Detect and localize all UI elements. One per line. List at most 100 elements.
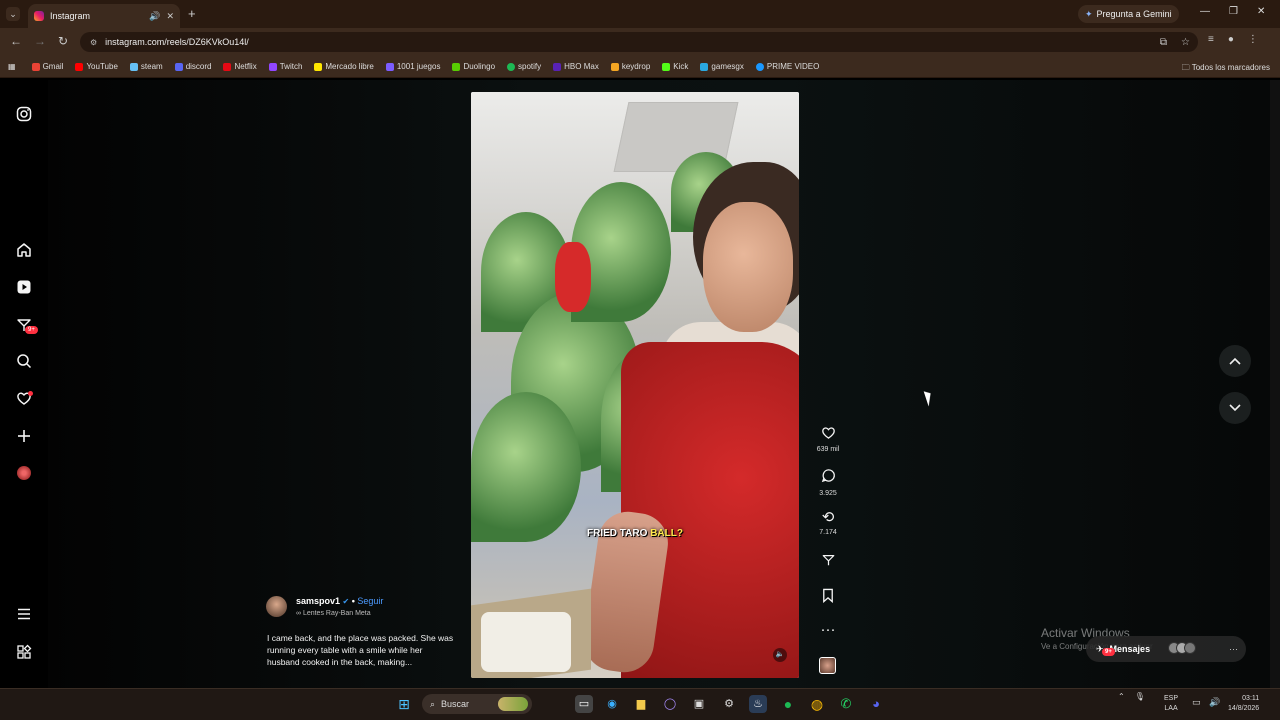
tab-audio-icon[interactable]: 🔊 [149, 11, 160, 22]
messages-floating-button[interactable]: ✈ 9+ Mensajes ··· [1086, 636, 1246, 662]
bookmark-kick[interactable]: Kick [662, 62, 688, 71]
author-avatar[interactable] [266, 596, 287, 617]
repost-icon: ⟲ [821, 509, 835, 526]
author-subtitle[interactable]: Lentes Ray-Ban Meta [303, 610, 371, 617]
messages-more-icon[interactable]: ··· [1229, 644, 1238, 654]
tab-search-dropdown[interactable]: ⌄ [6, 7, 20, 21]
bookmark-youtube[interactable]: YouTube [75, 62, 118, 71]
bookmark-discord[interactable]: discord [174, 62, 211, 71]
gemini-sparkle-icon: ✦ [1085, 8, 1093, 19]
bookmark-spotify[interactable]: spotify [507, 62, 541, 71]
taskbar-search[interactable]: ⌕ Buscar [422, 694, 532, 714]
edge-browser-icon[interactable]: ◉ [603, 695, 621, 713]
instagram-logo-icon[interactable] [14, 106, 34, 126]
duolingo-icon [452, 62, 461, 71]
all-bookmarks-folder[interactable]: 🗀 Todos los marcadores [1182, 62, 1270, 76]
reel-description[interactable]: I came back, and the place was packed. S… [267, 632, 457, 668]
reel-video[interactable]: FRIED TARO BALL? 🔈 [471, 92, 799, 678]
media-controls-icon[interactable]: ≡ [1208, 34, 1214, 45]
video-caption: FRIED TARO BALL? [587, 528, 683, 539]
search-icon[interactable] [14, 353, 34, 373]
also-from-meta-icon[interactable] [14, 644, 34, 664]
bookmarks-bar: ▦ Gmail YouTube steam discord Netflix Tw… [0, 56, 1280, 78]
language-indicator[interactable]: ESP LAA [1164, 694, 1178, 714]
more-options-button[interactable]: ··· [812, 622, 844, 638]
file-explorer-icon[interactable]: ▆ [632, 695, 650, 713]
mute-toggle-icon[interactable]: 🔈 [773, 648, 787, 662]
like-button[interactable]: 639 mil [812, 425, 844, 453]
bookmark-hbo-max[interactable]: HBO Max [553, 62, 599, 71]
network-icon[interactable]: ▭ [1192, 697, 1201, 708]
save-button[interactable] [812, 588, 844, 607]
author-username[interactable]: samspov1 [296, 596, 340, 606]
system-clock[interactable]: 03:11 14/8/2026 [1228, 694, 1259, 714]
back-button[interactable]: ← [10, 34, 22, 48]
tab-close-icon[interactable]: ✕ [166, 11, 174, 22]
video-plant [471, 392, 581, 542]
messages-badge: 9+ [25, 326, 38, 334]
profile-avatar-icon[interactable] [14, 466, 34, 486]
comment-button[interactable]: 3.925 [812, 468, 844, 497]
microphone-icon[interactable]: 🎙 [1135, 692, 1145, 701]
site-info-icon[interactable]: ⚙ [90, 38, 97, 47]
cortana-icon[interactable]: ◯ [661, 695, 679, 713]
create-plus-icon[interactable] [14, 428, 34, 448]
next-reel-button[interactable] [1219, 392, 1251, 424]
reels-icon[interactable] [14, 279, 34, 299]
browser-menu-icon[interactable]: ⋮ [1248, 34, 1258, 45]
apps-grid-icon[interactable]: ▦ [8, 62, 16, 71]
bookmark-gamesgx[interactable]: gamesgx [700, 62, 744, 71]
like-count: 639 mil [816, 446, 840, 453]
whatsapp-app-icon[interactable]: ✆ [837, 695, 855, 713]
browser-tab-instagram[interactable]: Instagram 🔊 ✕ [28, 4, 180, 28]
bookmark-prime-video[interactable]: PRIME VIDEO [755, 62, 819, 71]
close-window-button[interactable]: ✕ [1257, 6, 1265, 17]
spotify-app-icon[interactable]: ● [779, 695, 797, 713]
more-menu-icon[interactable] [14, 606, 34, 626]
windows-start-icon[interactable]: ⊞ [395, 695, 413, 713]
install-app-icon[interactable]: ⧉ [1160, 37, 1167, 48]
audio-track-thumbnail[interactable] [819, 657, 836, 674]
new-tab-button[interactable]: + [188, 6, 196, 21]
reload-button[interactable]: ↻ [58, 34, 68, 48]
bookmark-netflix[interactable]: Netflix [223, 62, 257, 71]
notifications-heart-icon[interactable] [14, 390, 34, 410]
forward-button[interactable]: → [34, 34, 46, 48]
profile-avatar-icon[interactable]: ● [1228, 34, 1234, 45]
video-bowl [481, 612, 571, 672]
discord-app-icon[interactable]: ◕ [867, 695, 885, 713]
volume-icon[interactable]: 🔊 [1209, 697, 1220, 708]
repost-button[interactable]: ⟲ 7.174 [812, 509, 844, 537]
bookmark-star-icon[interactable]: ☆ [1181, 37, 1190, 48]
bookmark-steam[interactable]: steam [129, 62, 163, 71]
settings-icon[interactable]: ⚙ [720, 695, 738, 713]
follow-button[interactable]: Seguir [357, 596, 383, 606]
bookmark-keydrop[interactable]: keydrop [610, 62, 650, 71]
bookmark-gmail[interactable]: Gmail [31, 62, 63, 71]
bookmark-duolingo[interactable]: Duolingo [452, 62, 495, 71]
bookmark-mercado-libre[interactable]: Mercado libre [314, 62, 374, 71]
kick-icon [662, 62, 671, 71]
tray-overflow-icon[interactable]: ⌃ [1118, 692, 1125, 701]
steam-icon [129, 62, 138, 71]
previous-reel-button[interactable] [1219, 345, 1251, 377]
task-view-icon[interactable]: ▭ [575, 695, 593, 713]
bookmark-1001-juegos[interactable]: 1001 juegos [385, 62, 440, 71]
maximize-window-button[interactable]: ❐ [1229, 6, 1238, 17]
youtube-icon [75, 62, 84, 71]
home-icon[interactable] [14, 242, 34, 262]
minimize-window-button[interactable]: — [1200, 6, 1210, 17]
chrome-app-icon[interactable]: ◍ [808, 695, 826, 713]
ask-gemini-button[interactable]: ✦ Pregunta a Gemini [1078, 5, 1179, 23]
video-red-ornament [555, 242, 591, 312]
microsoft-store-icon[interactable]: ▣ [690, 695, 708, 713]
address-bar[interactable]: ⚙ instagram.com/reels/DZ6KVkOu14l/ ⧉ ☆ [80, 32, 1198, 52]
bookmark-twitch[interactable]: Twitch [268, 62, 302, 71]
share-button[interactable] [812, 553, 844, 571]
heart-icon [812, 425, 844, 443]
page-scrollbar[interactable] [1270, 80, 1280, 688]
steam-app-icon[interactable]: ♨ [749, 695, 767, 713]
folder-icon: 🗀 [1181, 63, 1192, 72]
comment-icon [812, 468, 844, 487]
glasses-icon: ∞ [296, 610, 303, 617]
